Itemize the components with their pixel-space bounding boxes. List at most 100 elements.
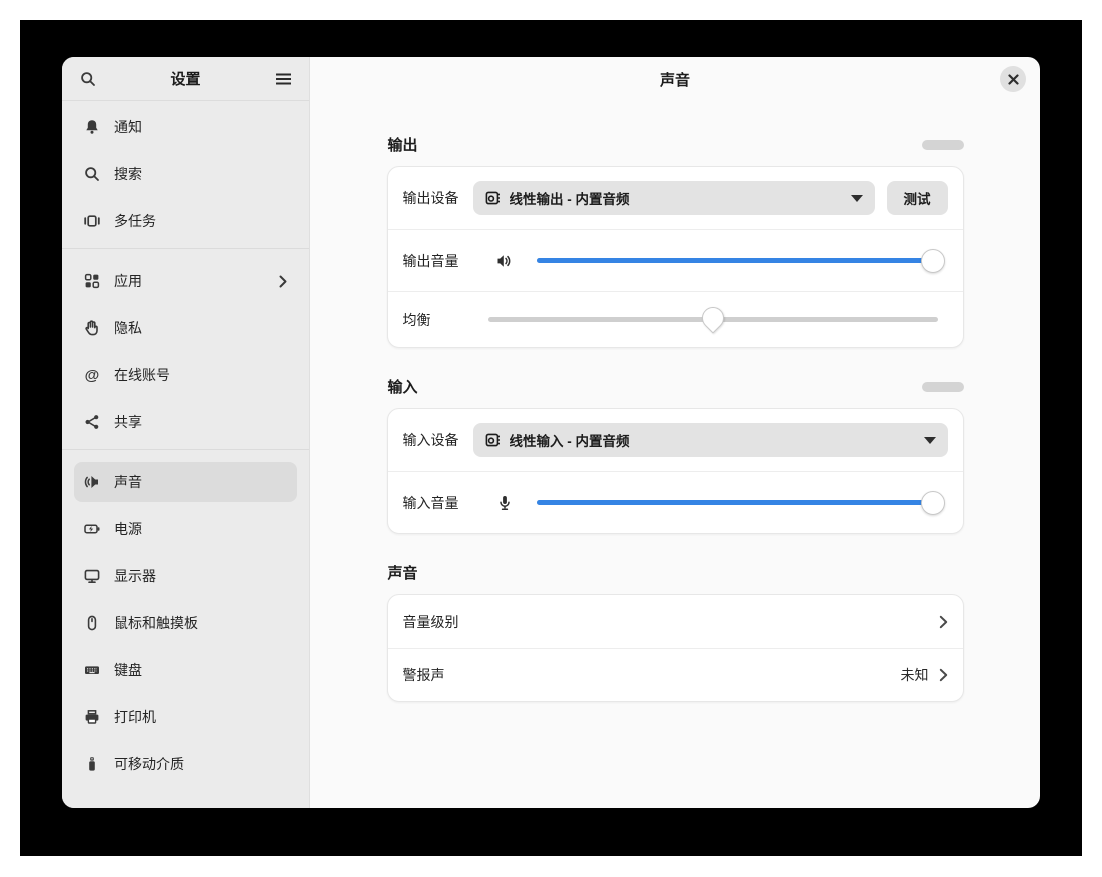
output-section: 输出 输出设备 线性输出 - 内置音频 测试 输出音量 均衡 xyxy=(386,134,964,348)
multitasking-icon xyxy=(84,213,100,229)
sidebar-item-label: 搜索 xyxy=(114,166,142,182)
output-volume-row: 输出音量 xyxy=(387,229,963,291)
sounds-section: 声音 音量级别 警报声 未知 xyxy=(386,562,964,702)
sidebar-item-printers[interactable]: 打印机 xyxy=(74,697,297,737)
sidebar-item-label: 鼠标和触摸板 xyxy=(114,615,198,631)
sidebar-item-label: 隐私 xyxy=(114,320,142,336)
printer-icon xyxy=(84,709,100,725)
panel-title: 声音 xyxy=(659,71,690,89)
sidebar-item-label: 共享 xyxy=(114,414,142,430)
input-section-title: 输入 xyxy=(387,379,418,396)
alert-sound-value: 未知 xyxy=(900,667,929,683)
audio-card-icon xyxy=(485,432,501,448)
sidebar-header: 设置 xyxy=(62,57,309,101)
close-button[interactable] xyxy=(1000,66,1026,92)
speaker-icon xyxy=(84,474,100,490)
sidebar-item-displays[interactable]: 显示器 xyxy=(74,556,297,596)
chevron-down-icon xyxy=(923,436,936,444)
sidebar-item-privacy[interactable]: 隐私 xyxy=(74,308,297,348)
apps-grid-icon xyxy=(84,273,100,289)
slider-handle[interactable] xyxy=(921,490,946,515)
screenshot-stage: 设置 通知 搜索 多任务 应用 隐私 @ 在线账号 共享 声音 电源 显示器 鼠… xyxy=(0,0,1102,877)
output-volume-label: 输出音量 xyxy=(402,252,459,269)
output-card: 输出设备 线性输出 - 内置音频 测试 输出音量 均衡 xyxy=(386,166,964,348)
chevron-right-icon xyxy=(939,615,948,629)
output-device-value: 线性输出 - 内置音频 xyxy=(509,192,630,207)
input-level-meter xyxy=(921,381,964,392)
keyboard-icon xyxy=(84,662,100,678)
sidebar-item-label: 电源 xyxy=(114,521,142,537)
gnome-settings-window: 设置 通知 搜索 多任务 应用 隐私 @ 在线账号 共享 声音 电源 显示器 鼠… xyxy=(62,57,1040,808)
slider-handle[interactable] xyxy=(696,301,729,334)
sidebar-item-label: 显示器 xyxy=(114,568,156,584)
sidebar-item-label: 可移动介质 xyxy=(114,756,184,772)
output-level-meter xyxy=(921,139,964,150)
close-icon xyxy=(1007,73,1019,85)
sidebar-item-label: 应用 xyxy=(114,273,142,289)
usb-stick-icon xyxy=(84,756,100,772)
hand-icon xyxy=(84,320,100,336)
at-icon: @ xyxy=(84,366,100,384)
input-device-dropdown[interactable]: 线性输入 - 内置音频 xyxy=(472,423,948,457)
balance-label: 均衡 xyxy=(402,311,431,328)
speaker-volume-icon xyxy=(473,253,537,269)
sidebar-item-online-accounts[interactable]: @ 在线账号 xyxy=(74,355,297,395)
sidebar-item-label: 声音 xyxy=(114,474,142,490)
input-device-value: 线性输入 - 内置音频 xyxy=(509,434,630,449)
app-title: 设置 xyxy=(170,71,201,88)
bell-icon xyxy=(84,119,100,135)
input-volume-label: 输入音量 xyxy=(402,494,459,511)
sidebar-item-keyboard[interactable]: 键盘 xyxy=(74,650,297,690)
input-device-row: 输入设备 线性输入 - 内置音频 xyxy=(388,409,963,471)
sidebar-item-search[interactable]: 搜索 xyxy=(74,154,297,194)
sidebar-item-mouse-touchpad[interactable]: 鼠标和触摸板 xyxy=(74,603,297,643)
input-section: 输入 输入设备 线性输入 - 内置音频 输入音量 xyxy=(386,376,964,534)
output-device-row: 输出设备 线性输出 - 内置音频 测试 xyxy=(388,167,963,229)
sidebar-item-power[interactable]: 电源 xyxy=(74,509,297,549)
panel-header: 声音 xyxy=(310,57,1040,101)
sidebar-item-removable-media[interactable]: 可移动介质 xyxy=(74,744,297,784)
sidebar-item-label: 键盘 xyxy=(114,662,142,678)
microphone-icon xyxy=(473,495,537,511)
sidebar-separator xyxy=(62,248,309,249)
alert-sound-label: 警报声 xyxy=(402,667,445,683)
balance-slider[interactable] xyxy=(487,301,938,334)
input-volume-row: 输入音量 xyxy=(387,471,963,533)
sidebar-item-label: 在线账号 xyxy=(114,367,170,383)
chevron-right-icon xyxy=(279,275,287,288)
sidebar-separator xyxy=(62,449,309,450)
sounds-card: 音量级别 警报声 未知 xyxy=(386,594,964,702)
main-menu-button[interactable] xyxy=(269,65,297,93)
slider-handle[interactable] xyxy=(921,248,946,273)
output-section-title: 输出 xyxy=(387,137,418,154)
panel-content: 输出 输出设备 线性输出 - 内置音频 测试 输出音量 均衡 输入 输入设备 线… xyxy=(386,134,964,730)
search-button[interactable] xyxy=(74,65,102,93)
sidebar-item-label: 通知 xyxy=(114,119,142,135)
volume-levels-row[interactable]: 音量级别 xyxy=(388,595,963,648)
sidebar-item-multitasking[interactable]: 多任务 xyxy=(74,201,297,241)
sidebar-item-notifications[interactable]: 通知 xyxy=(74,107,297,147)
search-icon xyxy=(80,71,96,87)
sidebar: 设置 通知 搜索 多任务 应用 隐私 @ 在线账号 共享 声音 电源 显示器 鼠… xyxy=(62,57,310,808)
input-card: 输入设备 线性输入 - 内置音频 输入音量 xyxy=(386,408,964,534)
share-icon xyxy=(84,414,100,430)
sidebar-item-label: 多任务 xyxy=(114,213,156,229)
sidebar-item-apps[interactable]: 应用 xyxy=(74,261,297,301)
output-device-dropdown[interactable]: 线性输出 - 内置音频 xyxy=(472,181,875,215)
sidebar-item-sound[interactable]: 声音 xyxy=(74,462,297,502)
test-button[interactable]: 测试 xyxy=(886,181,948,215)
alert-sound-row[interactable]: 警报声 未知 xyxy=(387,648,963,701)
hamburger-menu-icon xyxy=(275,73,291,85)
input-volume-slider[interactable] xyxy=(536,490,946,516)
battery-icon xyxy=(84,521,100,537)
mouse-icon xyxy=(84,615,100,631)
sidebar-item-label: 打印机 xyxy=(114,709,156,725)
sounds-section-title: 声音 xyxy=(387,565,418,582)
output-volume-slider[interactable] xyxy=(536,248,946,274)
input-device-label: 输入设备 xyxy=(402,432,459,448)
chevron-right-icon xyxy=(939,668,948,682)
monitor-icon xyxy=(84,568,100,584)
output-device-label: 输出设备 xyxy=(402,190,459,206)
sidebar-item-sharing[interactable]: 共享 xyxy=(74,402,297,442)
sound-panel: 声音 输出 输出设备 线性输出 - 内置音频 测试 输出音量 均衡 输入 输入设… xyxy=(310,57,1040,808)
